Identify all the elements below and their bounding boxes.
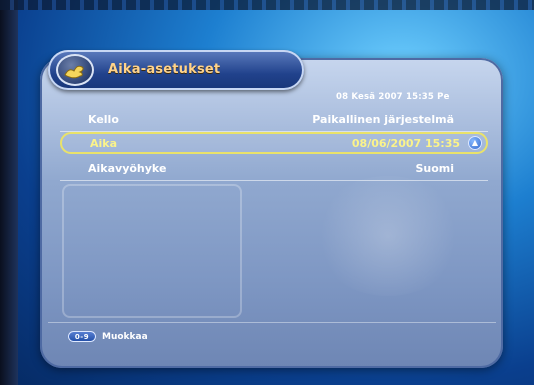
footer-hint: 0-9 Muokkaa [68, 331, 148, 342]
page-title: Aika-asetukset [108, 62, 221, 77]
current-datetime: 08 Kesä 2007 15:35 Pe [336, 92, 450, 102]
numeric-key-icon: 0-9 [68, 331, 96, 342]
setting-row-aikavyohyke[interactable]: Aikavyöhyke Suomi [60, 157, 488, 181]
scroll-arrow-icon[interactable]: ▲ [468, 136, 482, 150]
hand-icon [56, 54, 94, 86]
screen-edge [0, 0, 18, 385]
top-strip [0, 0, 534, 10]
setting-label: Kello [88, 112, 119, 126]
setting-label: Aikavyöhyke [88, 161, 167, 175]
setting-row-kello[interactable]: Kello Paikallinen järjestelmä [60, 108, 488, 132]
setting-value: 08/06/2007 15:35 [351, 136, 460, 150]
setting-row-aika[interactable]: Aika 08/06/2007 15:35 ▲ [60, 132, 488, 154]
footer-action-label: Muokkaa [102, 331, 148, 342]
footer-divider [48, 322, 496, 323]
setting-value: Suomi [415, 161, 454, 175]
setting-label: Aika [90, 136, 118, 150]
setting-value: Paikallinen järjestelmä [312, 112, 454, 126]
